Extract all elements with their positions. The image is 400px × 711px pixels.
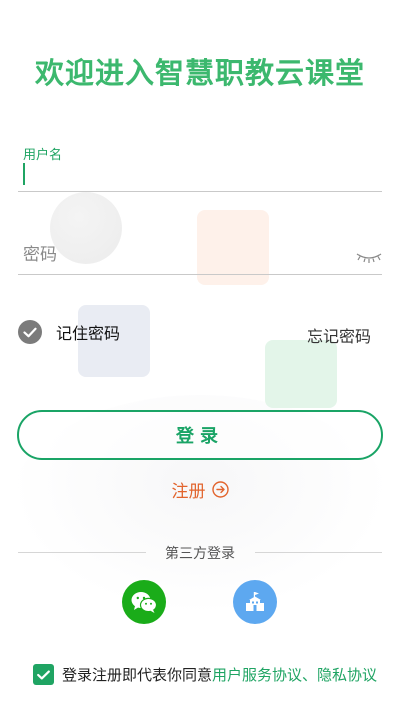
- register-label: 注册: [171, 482, 206, 502]
- agreement-row: 登录注册即代表你同意 用户服务协议 、 隐私协议: [33, 664, 377, 685]
- eye-closed-icon[interactable]: [355, 250, 383, 264]
- text-caret: [23, 163, 25, 185]
- wechat-login-button[interactable]: [122, 580, 166, 624]
- checkmark-icon[interactable]: [18, 320, 42, 344]
- campus-building-icon: [246, 592, 264, 611]
- forgot-password-link[interactable]: 忘记密码: [307, 323, 371, 347]
- remember-password-toggle[interactable]: 记住密码: [18, 320, 120, 344]
- register-link[interactable]: 注册: [0, 477, 400, 502]
- username-input[interactable]: [18, 162, 382, 192]
- background-illustration: [0, 0, 400, 711]
- agreement-separator: 、: [302, 666, 318, 684]
- campus-login-button[interactable]: [233, 580, 277, 624]
- service-agreement-link[interactable]: 用户服务协议: [212, 664, 302, 685]
- agreement-text: 登录注册即代表你同意: [62, 666, 213, 684]
- background-card: [265, 340, 337, 408]
- agreement-checkbox[interactable]: [33, 664, 54, 685]
- third-party-login-label: 第三方登录: [165, 546, 235, 562]
- app-title: 欢迎进入智慧职教云课堂: [34, 56, 365, 90]
- password-input[interactable]: [18, 236, 382, 275]
- wechat-icon: [131, 592, 158, 613]
- privacy-agreement-link[interactable]: 隐私协议: [317, 664, 377, 685]
- login-button[interactable]: 登录: [17, 410, 383, 460]
- arrow-right-circle-icon: [211, 481, 229, 498]
- username-label: 用户名: [23, 148, 63, 163]
- remember-password-label: 记住密码: [56, 324, 121, 343]
